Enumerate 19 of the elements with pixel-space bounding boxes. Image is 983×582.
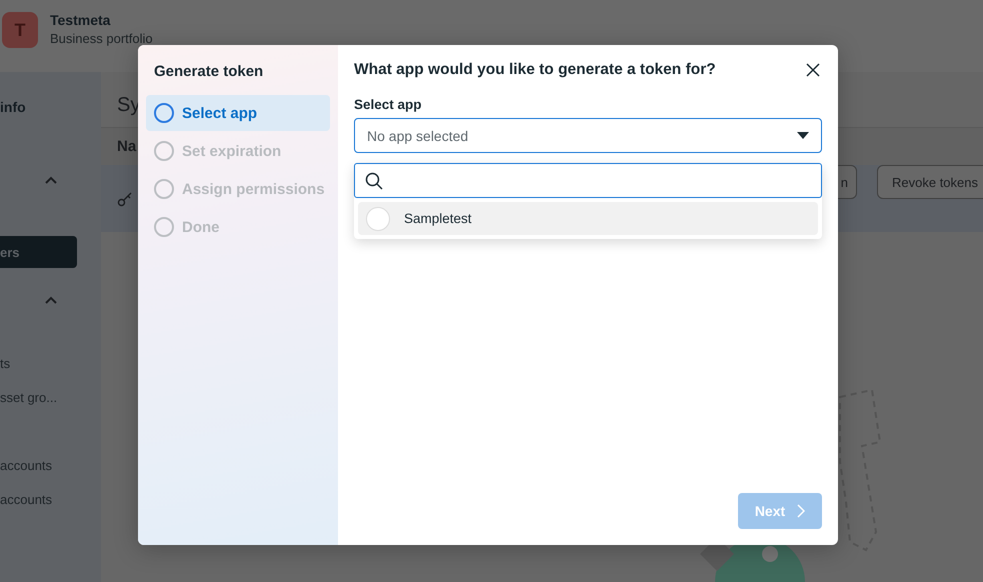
sidebar-item[interactable]: ers xyxy=(0,236,77,268)
sidebar-heading: info xyxy=(0,99,26,115)
dialog-title: What app would you like to generate a token for? xyxy=(354,61,716,79)
business-name: Testmeta xyxy=(50,12,112,28)
step[interactable]: Select app xyxy=(146,95,330,131)
sidebar-item[interactable]: accounts xyxy=(0,492,52,506)
sidebar-item[interactable]: ts xyxy=(0,356,10,370)
field-label: Select app xyxy=(354,97,423,112)
step[interactable]: Assign permissions xyxy=(146,171,330,207)
sidebar-item[interactable]: accounts xyxy=(0,458,52,472)
steps-title: Generate token xyxy=(153,63,264,82)
step[interactable]: Done xyxy=(146,209,330,245)
step[interactable]: Set expiration xyxy=(146,133,330,169)
sidebar-item[interactable]: sset gro... xyxy=(0,390,58,404)
action-button[interactable]: Revoke tokens xyxy=(877,165,983,199)
app-option[interactable]: Sampletest xyxy=(358,202,818,235)
app-select[interactable]: No app selected xyxy=(354,118,822,153)
column-header: Na xyxy=(117,138,136,155)
business-subtitle: Business portfolio xyxy=(50,31,153,46)
